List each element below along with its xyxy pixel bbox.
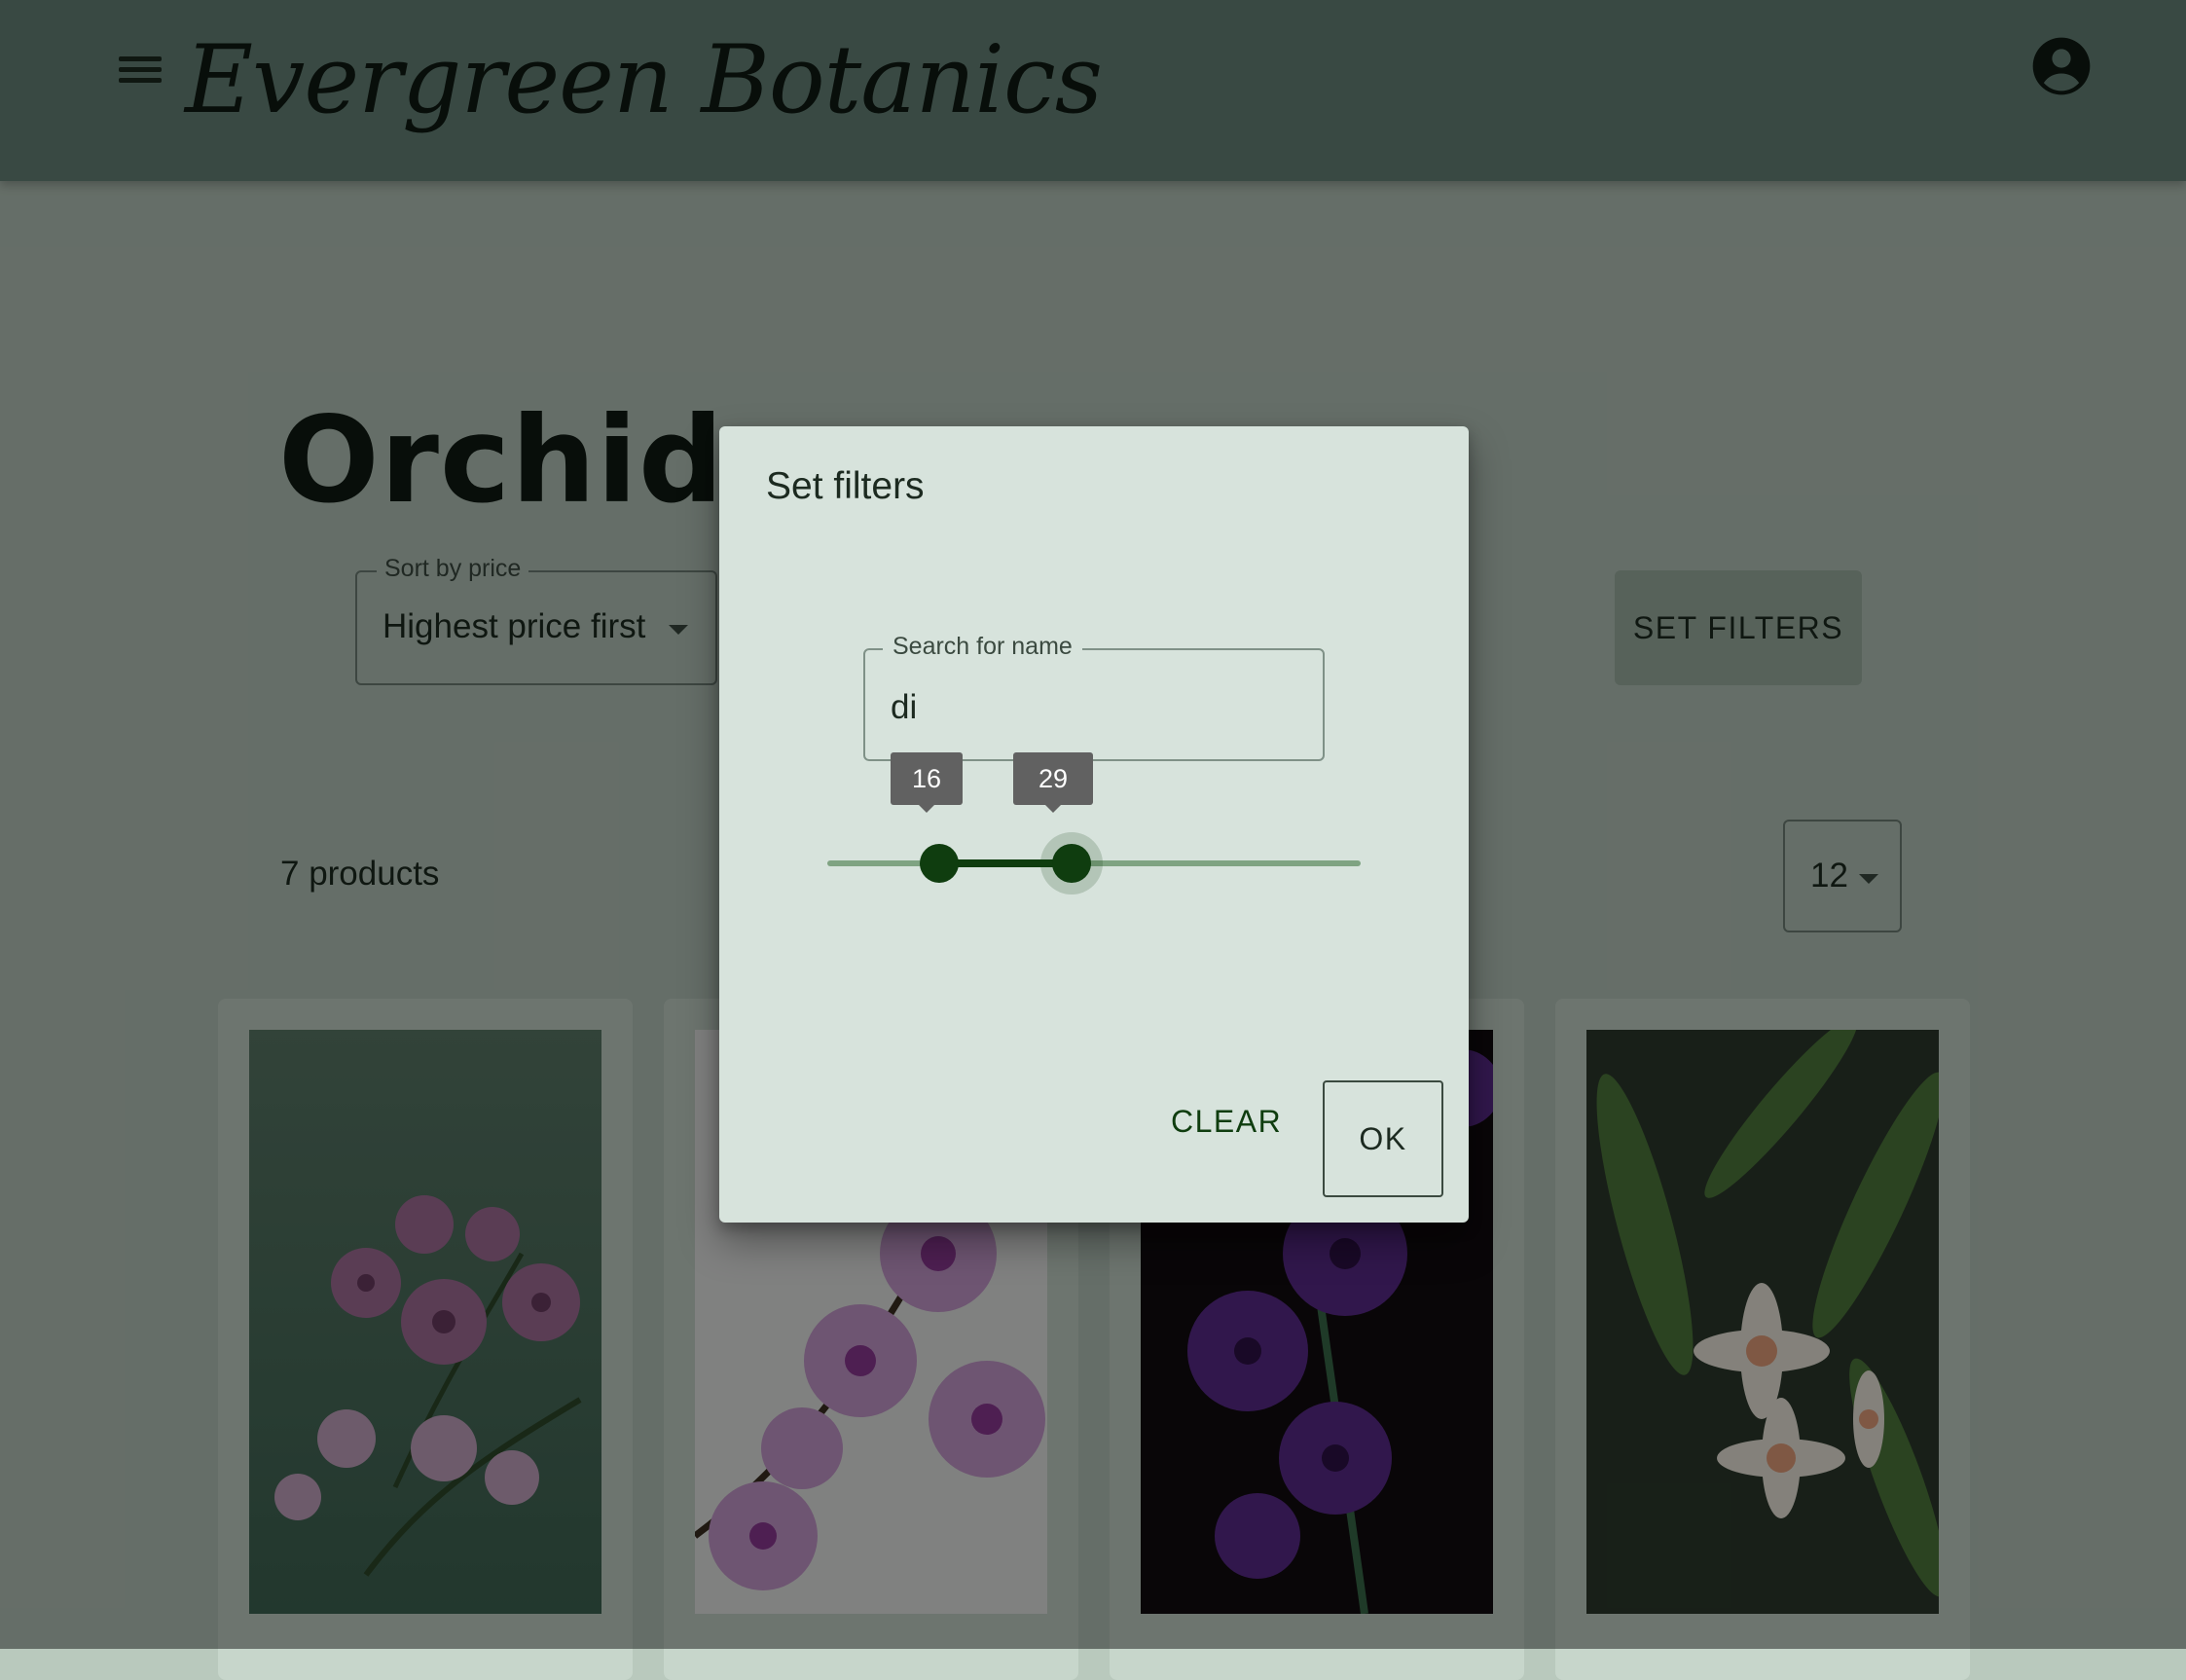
clear-button[interactable]: CLEAR xyxy=(1153,1080,1299,1162)
dialog-title: Set filters xyxy=(766,465,925,507)
ok-button[interactable]: OK xyxy=(1323,1080,1443,1197)
set-filters-dialog: Set filters Search for name 16 29 CLEAR … xyxy=(719,426,1469,1223)
slider-value-label-high: 29 xyxy=(1013,752,1093,813)
search-label: Search for name xyxy=(883,633,1082,661)
slider-value-label-low: 16 xyxy=(891,752,963,813)
search-name-field[interactable]: Search for name xyxy=(863,633,1325,761)
slider-thumb-low[interactable]: 16 xyxy=(891,752,963,883)
slider-rail[interactable] xyxy=(827,860,1361,866)
search-input[interactable] xyxy=(891,683,1299,732)
slider-thumb-high[interactable]: 29 xyxy=(1013,752,1093,883)
price-range-slider[interactable]: 16 29 xyxy=(827,752,1361,894)
